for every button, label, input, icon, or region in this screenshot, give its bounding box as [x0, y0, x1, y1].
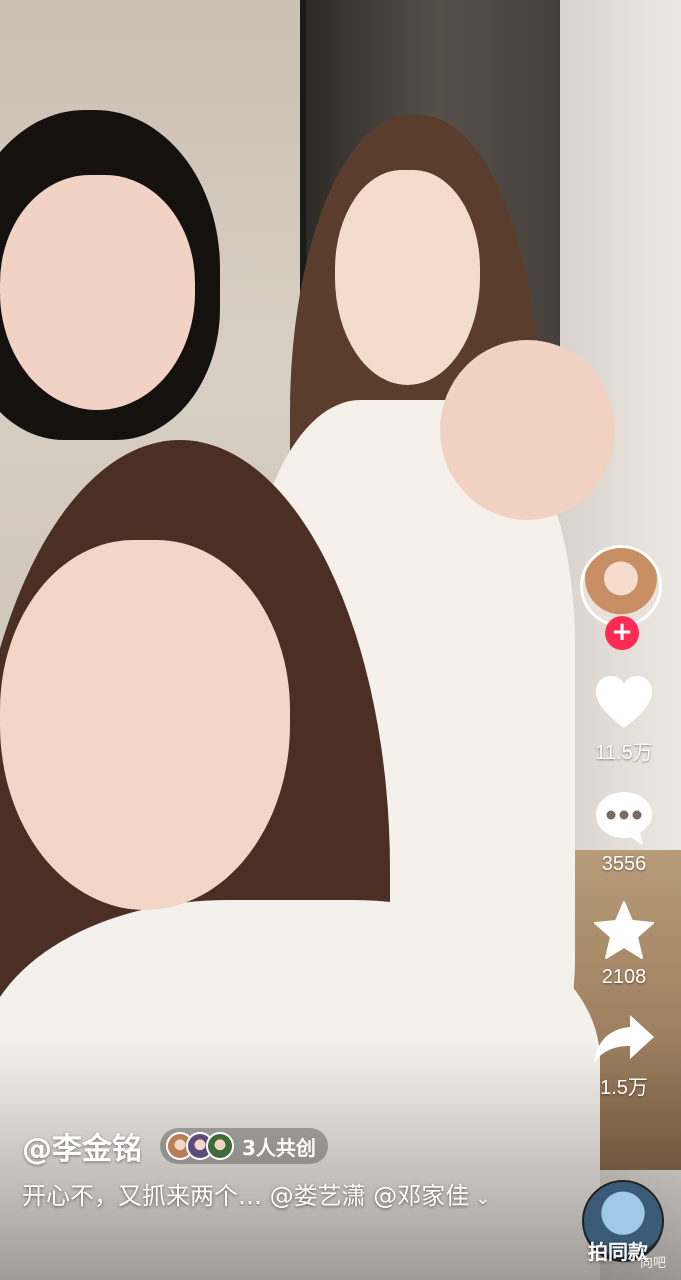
comment-count: 3556: [601, 853, 647, 875]
heart-icon: [596, 676, 652, 728]
watermark-text: 向吧: [640, 1256, 667, 1271]
collab-avatar: [206, 1132, 234, 1160]
comment-button[interactable]: 3556: [578, 789, 670, 876]
share-arrow-icon: [594, 1015, 654, 1063]
use-sound-label[interactable]: 拍同款: [588, 1236, 648, 1265]
like-button[interactable]: 11.5万: [578, 674, 670, 765]
chevron-down-icon[interactable]: ⌄: [475, 1188, 490, 1209]
author-handle[interactable]: @李金铭: [22, 1124, 142, 1168]
video-caption[interactable]: 开心不，又抓来两个… @娄艺潇 @邓家佳 ⌄: [22, 1178, 522, 1217]
collab-badge[interactable]: 3人共创: [160, 1128, 328, 1164]
author-row: @李金铭 3人共创: [22, 1124, 328, 1168]
action-rail: + 11.5万 3556 2108 1.5万: [578, 540, 670, 1100]
collab-label: 3人共创: [242, 1135, 316, 1160]
author-avatar[interactable]: [580, 545, 662, 627]
person-left-face: [0, 175, 195, 410]
share-count: 1.5万: [600, 1077, 648, 1099]
author-avatar-group: +: [578, 540, 670, 650]
person-front-face: [0, 540, 290, 910]
follow-button[interactable]: +: [605, 616, 639, 650]
person-middle-face: [335, 170, 480, 385]
like-count: 11.5万: [595, 742, 653, 764]
waving-hand: [440, 340, 615, 520]
star-icon: [594, 901, 654, 959]
favorite-button[interactable]: 2108: [578, 900, 670, 989]
favorite-count: 2108: [601, 966, 647, 988]
comment-icon: [596, 792, 652, 845]
share-button[interactable]: 1.5万: [578, 1013, 670, 1100]
caption-text: 开心不，又抓来两个… @娄艺潇 @邓家佳: [22, 1182, 470, 1210]
